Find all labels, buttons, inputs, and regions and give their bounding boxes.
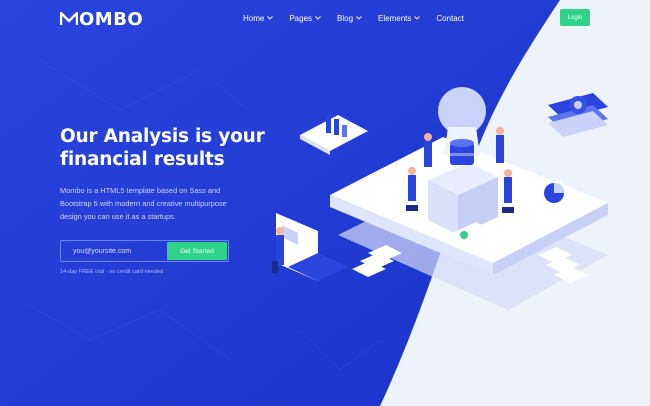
nav-item-pages[interactable]: Pages (289, 10, 321, 26)
brand-logo[interactable]: OMBO (60, 8, 144, 30)
nav-item-label: Contact (436, 13, 464, 23)
chevron-down-icon (267, 16, 274, 20)
nav-item-blog[interactable]: Blog (337, 10, 362, 26)
logo-m-icon (60, 12, 78, 25)
get-started-button[interactable]: Get Started (167, 242, 227, 260)
chevron-down-icon (414, 16, 421, 20)
nav-item-label: Elements (378, 13, 412, 23)
main-nav: Home Pages Blog Elements Contact (243, 10, 480, 26)
login-button[interactable]: Login (560, 9, 590, 26)
trial-note: 14-day FREE trial · no credit card neede… (60, 269, 164, 275)
hero-title: Our Analysis is your financial results (60, 126, 265, 170)
hero-description: Mombo is a HTML5 template based on Sass … (60, 186, 227, 221)
nav-item-contact[interactable]: Contact (436, 10, 464, 26)
nav-item-label: Blog (337, 13, 354, 23)
chevron-down-icon (356, 16, 362, 20)
brand-logo-text: OMBO (79, 8, 144, 30)
email-input[interactable] (61, 241, 168, 261)
nav-item-home[interactable]: Home (243, 10, 274, 26)
chevron-down-icon (315, 16, 321, 20)
analysis-illustration (272, 87, 608, 310)
nav-item-label: Pages (289, 13, 313, 23)
nav-item-label: Home (243, 13, 265, 23)
signup-form: Get Started (60, 240, 229, 262)
nav-item-elements[interactable]: Elements (378, 10, 421, 26)
